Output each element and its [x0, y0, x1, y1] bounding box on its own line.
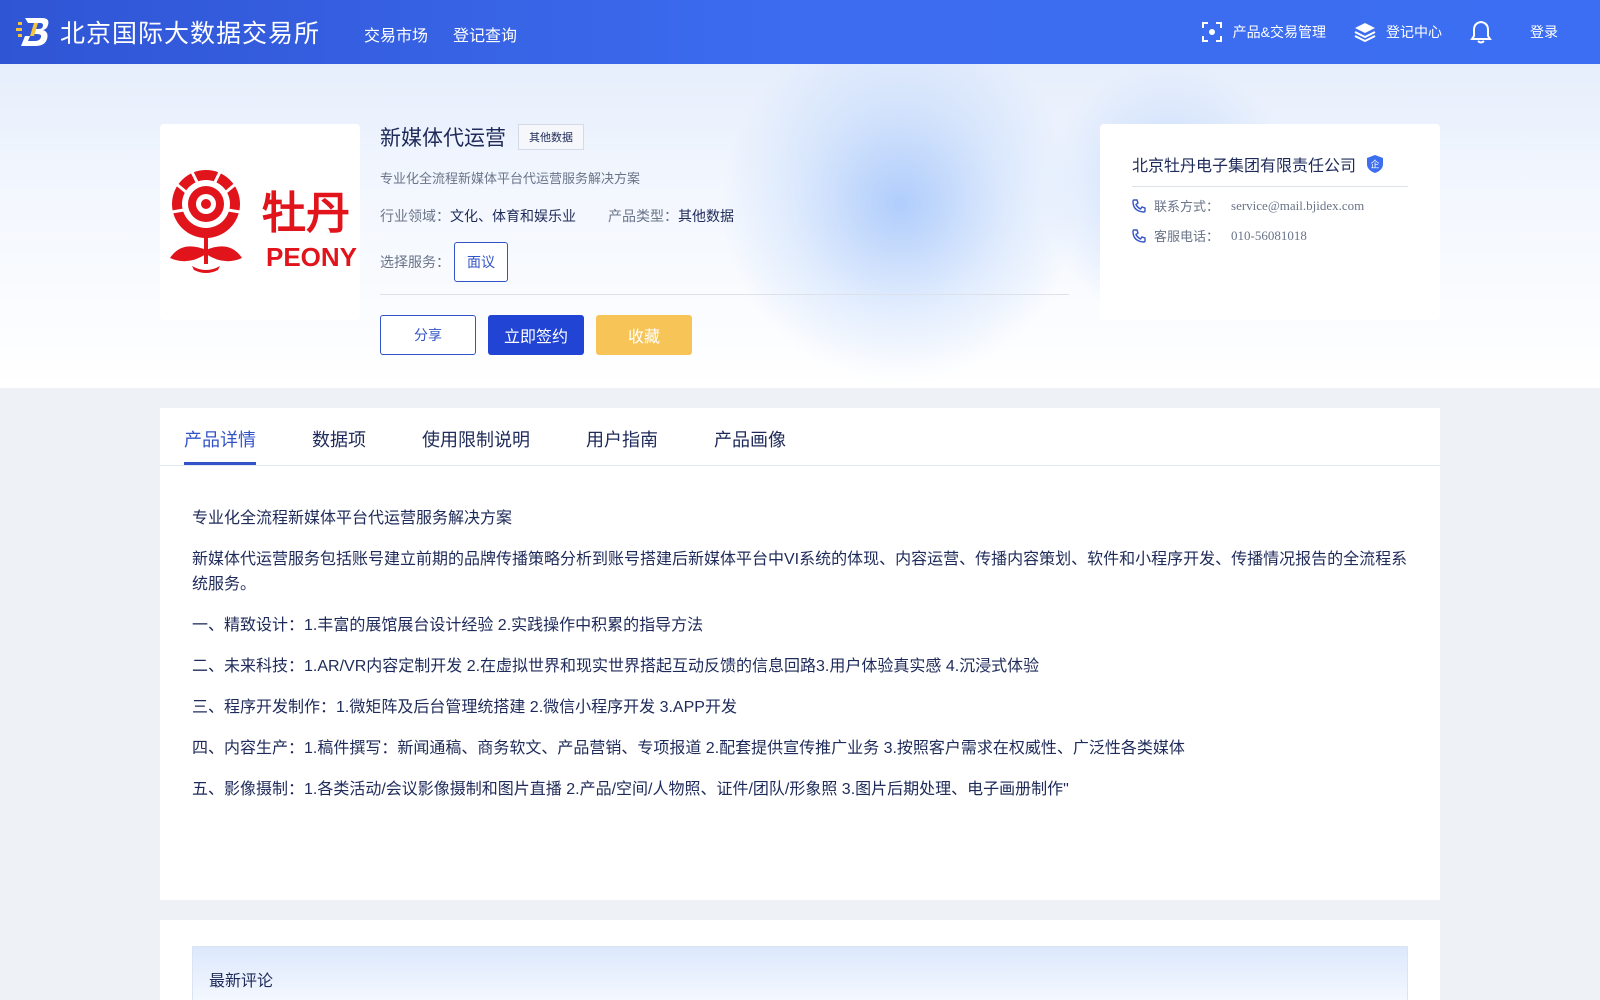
- product-subtitle: 专业化全流程新媒体平台代运营服务解决方案: [380, 171, 641, 186]
- peony-logo: 牡丹 PEONY: [170, 170, 357, 273]
- detail-paragraph: 四、内容生产：1.稿件撰写：新闻通稿、商务软文、产品营销、专项报道 2.配套提供…: [192, 740, 1185, 757]
- logo-chinese-text: 牡丹: [262, 189, 350, 238]
- phone-label: 客服电话：: [1154, 229, 1220, 244]
- svg-text:企: 企: [1371, 159, 1380, 171]
- detail-paragraph: 五、影像摄制：1.各类活动/会议影像摄制和图片直播 2.产品/空间/人物照、证件…: [192, 781, 1069, 798]
- contact-label: 联系方式：: [1154, 199, 1220, 214]
- product-meta: 行业领域：文化、体育和娱乐业 产品类型：其他数据: [380, 206, 734, 226]
- service-phone-row: 客服电话： 010-56081018: [1132, 226, 1307, 245]
- product-title-row: 新媒体代运营 其他数据: [380, 122, 584, 152]
- product-type-field: 产品类型：其他数据: [608, 206, 734, 226]
- comments-section: 最新评论: [160, 920, 1440, 1000]
- product-trade-management-label: 产品&交易管理: [1232, 24, 1326, 40]
- active-tab-indicator: [184, 462, 256, 465]
- detail-paragraph: 二、未来科技：1.AR/VR内容定制开发 2.在虚拟世界和现实世界搭起互动反馈的…: [192, 658, 1040, 675]
- register-center-link[interactable]: 登记中心: [1354, 21, 1442, 43]
- product-title: 新媒体代运营: [380, 127, 506, 150]
- main-nav: 交易市场 登记查询: [364, 22, 517, 46]
- detail-paragraph: 一、精致设计：1.丰富的展馆展台设计经验 2.实践操作中积累的指导方法: [192, 617, 704, 634]
- bell-icon[interactable]: [1470, 20, 1492, 44]
- share-button[interactable]: 分享: [380, 315, 476, 355]
- layers-icon: [1354, 23, 1376, 43]
- service-option-negotiable[interactable]: 面议: [454, 242, 508, 282]
- bjidex-logo-icon: [16, 18, 49, 46]
- background-glow: [720, 64, 1080, 384]
- tab-product-details[interactable]: 产品详情: [184, 426, 256, 452]
- top-navigation-bar: 北京国际大数据交易所 交易市场 登记查询 产品&交易管理 登记中心 登录: [0, 0, 1600, 64]
- phone-number: 010-56081018: [1231, 227, 1307, 243]
- divider: [380, 294, 1069, 295]
- comments-header: 最新评论: [192, 946, 1408, 1000]
- detail-tabs: 产品详情 数据项 使用限制说明 用户指南 产品画像: [160, 408, 1440, 466]
- contact-email: service@mail.bjidex.com: [1231, 197, 1365, 213]
- tab-usage-restrictions[interactable]: 使用限制说明: [422, 426, 530, 452]
- detail-paragraph: 三、程序开发制作：1.微矩阵及后台管理统搭建 2.微信小程序开发 3.APP开发: [192, 699, 737, 716]
- comments-title: 最新评论: [209, 973, 274, 990]
- service-selector: 选择服务： 面议: [380, 242, 508, 282]
- provider-card: 北京牡丹电子集团有限责任公司 企: [1100, 124, 1440, 320]
- product-trade-management-link[interactable]: 产品&交易管理: [1201, 21, 1326, 43]
- provider-name-row: 北京牡丹电子集团有限责任公司 企: [1132, 152, 1384, 176]
- product-type-label: 产品类型：: [608, 208, 678, 224]
- service-label: 选择服务：: [380, 254, 450, 270]
- phone-icon: [1132, 198, 1146, 213]
- login-link[interactable]: 登录: [1530, 22, 1558, 42]
- industry-label: 行业领域：: [380, 208, 450, 224]
- tab-product-portrait[interactable]: 产品画像: [714, 426, 786, 452]
- logo-english-text: PEONY: [266, 242, 357, 272]
- scan-icon: [1201, 22, 1222, 42]
- detail-paragraph: 专业化全流程新媒体平台代运营服务解决方案: [192, 510, 513, 527]
- industry-value: 文化、体育和娱乐业: [450, 208, 576, 224]
- tab-user-guide[interactable]: 用户指南: [586, 426, 658, 452]
- brand[interactable]: 北京国际大数据交易所: [16, 14, 320, 50]
- nav-trade-market[interactable]: 交易市场: [364, 22, 428, 46]
- product-logo-card: 牡丹 PEONY: [160, 124, 360, 320]
- category-tag: 其他数据: [518, 124, 584, 150]
- favorite-button[interactable]: 收藏: [596, 315, 692, 355]
- right-nav: 产品&交易管理 登记中心 登录: [1201, 0, 1600, 64]
- product-detail-content: 专业化全流程新媒体平台代运营服务解决方案 新媒体代运营服务包括账号建立前期的品牌…: [160, 466, 1440, 900]
- nav-registration-query[interactable]: 登记查询: [453, 22, 517, 46]
- site-name: 北京国际大数据交易所: [60, 20, 321, 48]
- phone-icon: [1132, 228, 1146, 243]
- contact-email-row: 联系方式： service@mail.bjidex.com: [1132, 196, 1364, 215]
- product-type-value: 其他数据: [678, 208, 734, 224]
- divider: [1132, 186, 1408, 187]
- tab-data-items[interactable]: 数据项: [312, 426, 366, 452]
- industry-field: 行业领域：文化、体育和娱乐业: [380, 206, 576, 226]
- register-center-label: 登记中心: [1386, 24, 1442, 40]
- detail-paragraph: 新媒体代运营服务包括账号建立前期的品牌传播策略分析到账号搭建后新媒体平台中VI系…: [192, 551, 1408, 593]
- sign-now-button[interactable]: 立即签约: [488, 315, 584, 355]
- provider-name[interactable]: 北京牡丹电子集团有限责任公司: [1132, 152, 1356, 176]
- enterprise-verified-icon: 企: [1367, 155, 1384, 173]
